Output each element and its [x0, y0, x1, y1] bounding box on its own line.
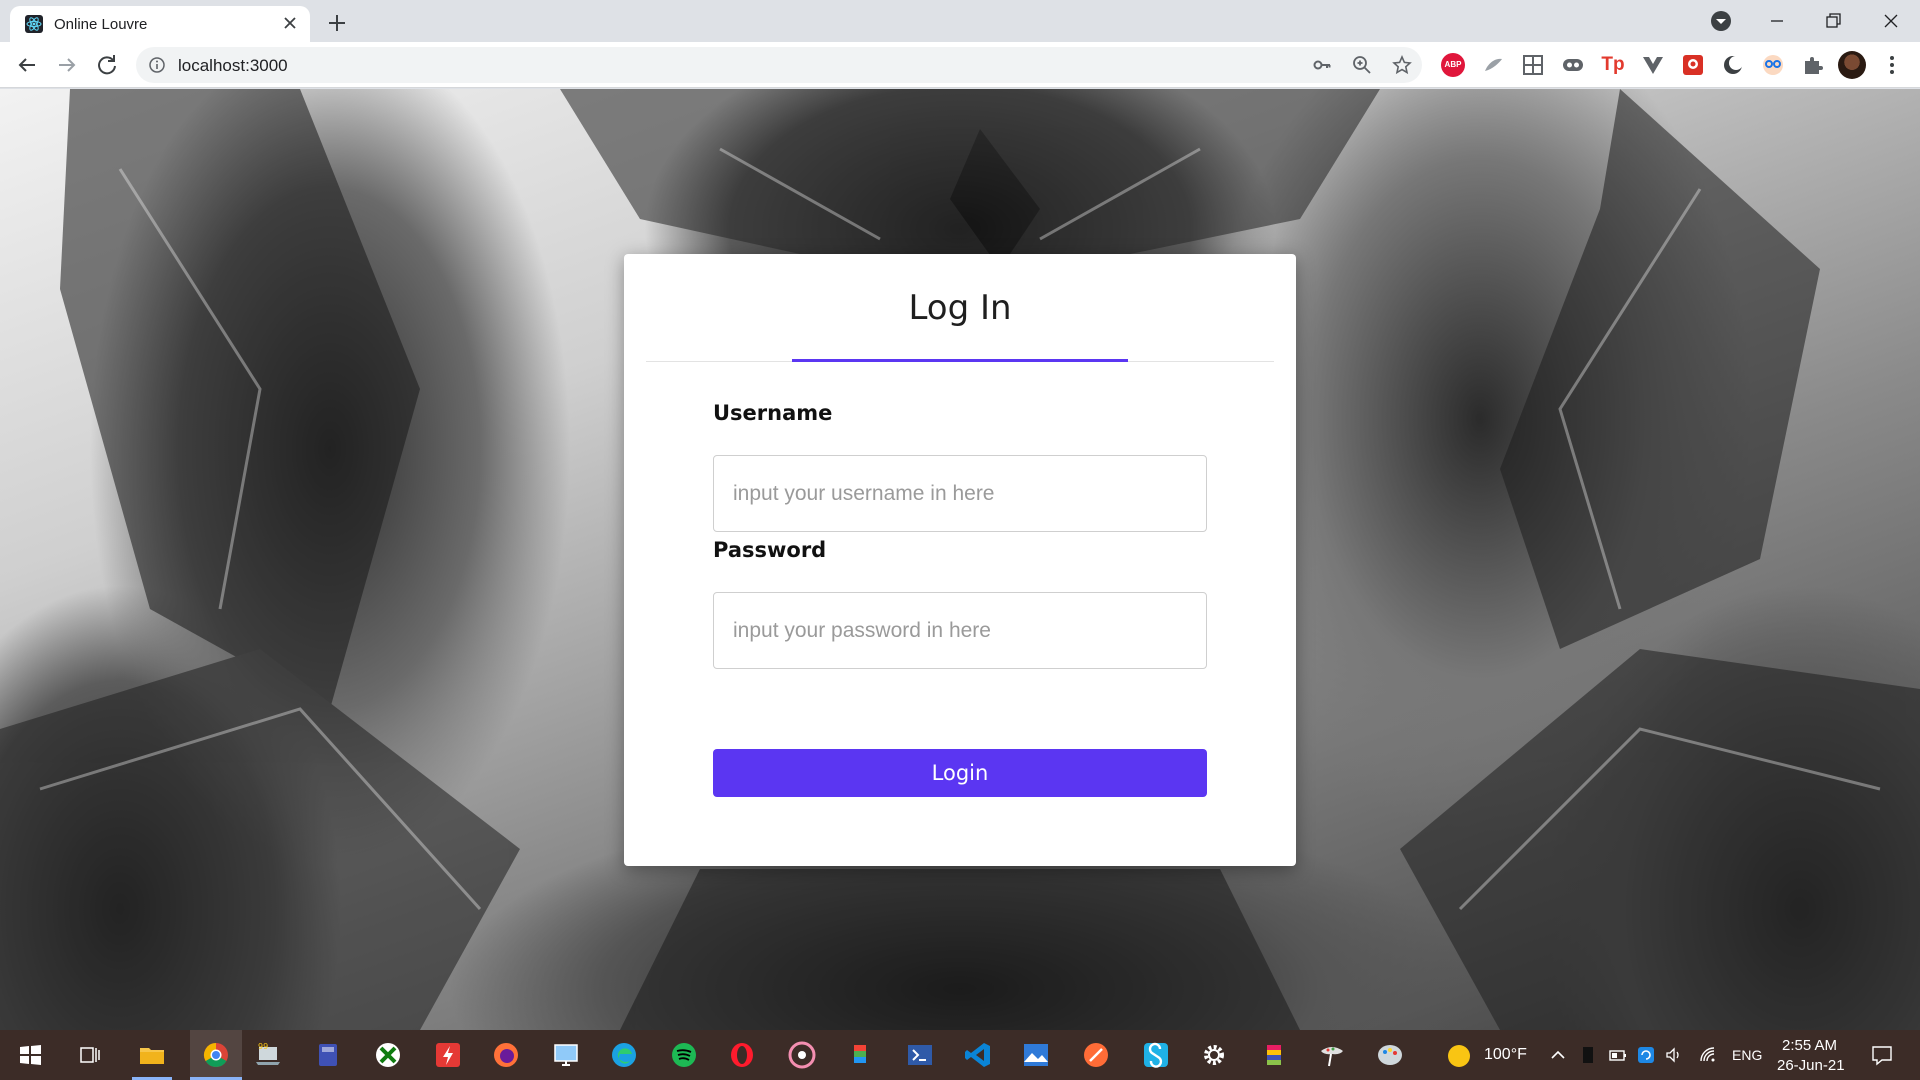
window-close-icon[interactable]	[1876, 6, 1906, 36]
login-button[interactable]: Login	[713, 749, 1207, 797]
pages-icon[interactable]	[844, 1039, 876, 1071]
notification-icon[interactable]	[1870, 1043, 1894, 1067]
postman-icon[interactable]	[1080, 1039, 1112, 1071]
clock-time[interactable]: 2:55 AM	[1782, 1037, 1837, 1054]
tray-app-icon[interactable]	[1578, 1045, 1598, 1065]
feather-icon[interactable]	[1481, 53, 1505, 77]
page-viewport: Log In Username Password Login	[0, 89, 1920, 1030]
settings-icon[interactable]	[1198, 1039, 1230, 1071]
react-favicon	[25, 15, 43, 33]
windows-taskbar: 99 100°F ENG 2:55 AM 26-Jun-21	[0, 1030, 1920, 1080]
monitor-icon[interactable]	[550, 1039, 582, 1071]
dark-reader-icon[interactable]	[1721, 53, 1745, 77]
xbox-icon[interactable]	[372, 1039, 404, 1071]
profile-dropdown-icon[interactable]	[1706, 6, 1736, 36]
active-tab-indicator	[792, 359, 1128, 362]
svg-text:99: 99	[258, 1042, 268, 1051]
clock-date[interactable]: 26-Jun-21	[1777, 1057, 1845, 1074]
weather-temperature[interactable]: 100°F	[1484, 1046, 1527, 1064]
tab-title: Online Louvre	[54, 16, 148, 33]
adblock-plus-icon[interactable]: ABP	[1441, 53, 1465, 77]
bolt-icon[interactable]	[432, 1039, 464, 1071]
username-label: Username	[713, 401, 833, 425]
kebab-menu-icon[interactable]	[1882, 52, 1902, 78]
avatar[interactable]	[1838, 51, 1866, 79]
url-text[interactable]: localhost:3000	[178, 56, 288, 76]
infinity-icon[interactable]	[1561, 53, 1585, 77]
minimize-icon[interactable]	[1762, 6, 1792, 36]
wifi-icon[interactable]	[1698, 1045, 1718, 1065]
close-icon[interactable]	[280, 13, 300, 33]
page-title: Log In	[908, 288, 1012, 328]
volume-icon[interactable]	[1664, 1045, 1684, 1065]
tab-strip: Online Louvre	[0, 0, 1920, 42]
edge-icon[interactable]	[608, 1039, 640, 1071]
key-icon[interactable]	[1311, 54, 1333, 76]
zoom-icon[interactable]	[1351, 54, 1373, 76]
terminal-icon[interactable]	[904, 1039, 936, 1071]
password-label: Password	[713, 538, 827, 562]
folder-color-icon[interactable]	[1258, 1039, 1290, 1071]
browser-tab[interactable]: Online Louvre	[10, 6, 310, 42]
firefox-icon[interactable]	[490, 1039, 522, 1071]
weather-sun-icon[interactable]	[1448, 1045, 1470, 1067]
password-input[interactable]	[713, 592, 1207, 669]
opera-icon[interactable]	[726, 1039, 758, 1071]
calculator-icon[interactable]	[312, 1039, 344, 1071]
file-explorer-icon[interactable]	[136, 1039, 168, 1071]
login-card: Log In Username Password Login	[624, 254, 1296, 866]
task-view-icon[interactable]	[74, 1039, 106, 1071]
battery-icon[interactable]	[1608, 1045, 1628, 1065]
vscode-icon[interactable]	[962, 1039, 994, 1071]
chrome-icon[interactable]	[200, 1039, 232, 1071]
laptop-icon[interactable]: 99	[252, 1039, 284, 1071]
vue-devtools-icon[interactable]	[1641, 53, 1665, 77]
sheets-icon[interactable]	[1521, 53, 1545, 77]
forward-arrow-icon[interactable]	[53, 51, 81, 79]
windows-start-icon[interactable]	[14, 1039, 46, 1071]
steam-icon[interactable]	[1140, 1039, 1172, 1071]
browser-toolbar: localhost:3000 ABP Tp	[0, 42, 1920, 88]
spotify-icon[interactable]	[668, 1039, 700, 1071]
restore-icon[interactable]	[1818, 6, 1848, 36]
star-icon[interactable]	[1391, 54, 1413, 76]
photos-icon[interactable]	[1020, 1039, 1052, 1071]
username-input[interactable]	[713, 455, 1207, 532]
paint-icon[interactable]	[1316, 1039, 1348, 1071]
language-indicator[interactable]: ENG	[1732, 1047, 1762, 1063]
back-arrow-icon[interactable]	[13, 51, 41, 79]
plus-icon[interactable]	[324, 10, 350, 36]
extensions-puzzle-icon[interactable]	[1801, 53, 1825, 77]
mask-icon[interactable]	[1761, 53, 1785, 77]
picture-icon[interactable]	[1681, 53, 1705, 77]
art-icon[interactable]	[1374, 1039, 1406, 1071]
chevron-up-icon[interactable]	[1548, 1045, 1568, 1065]
sync-icon[interactable]	[1636, 1045, 1656, 1065]
reload-icon[interactable]	[93, 51, 121, 79]
tp-icon[interactable]: Tp	[1601, 53, 1625, 77]
disc-icon[interactable]	[786, 1039, 818, 1071]
info-icon[interactable]	[148, 56, 166, 74]
address-bar[interactable]: localhost:3000	[136, 47, 1422, 83]
